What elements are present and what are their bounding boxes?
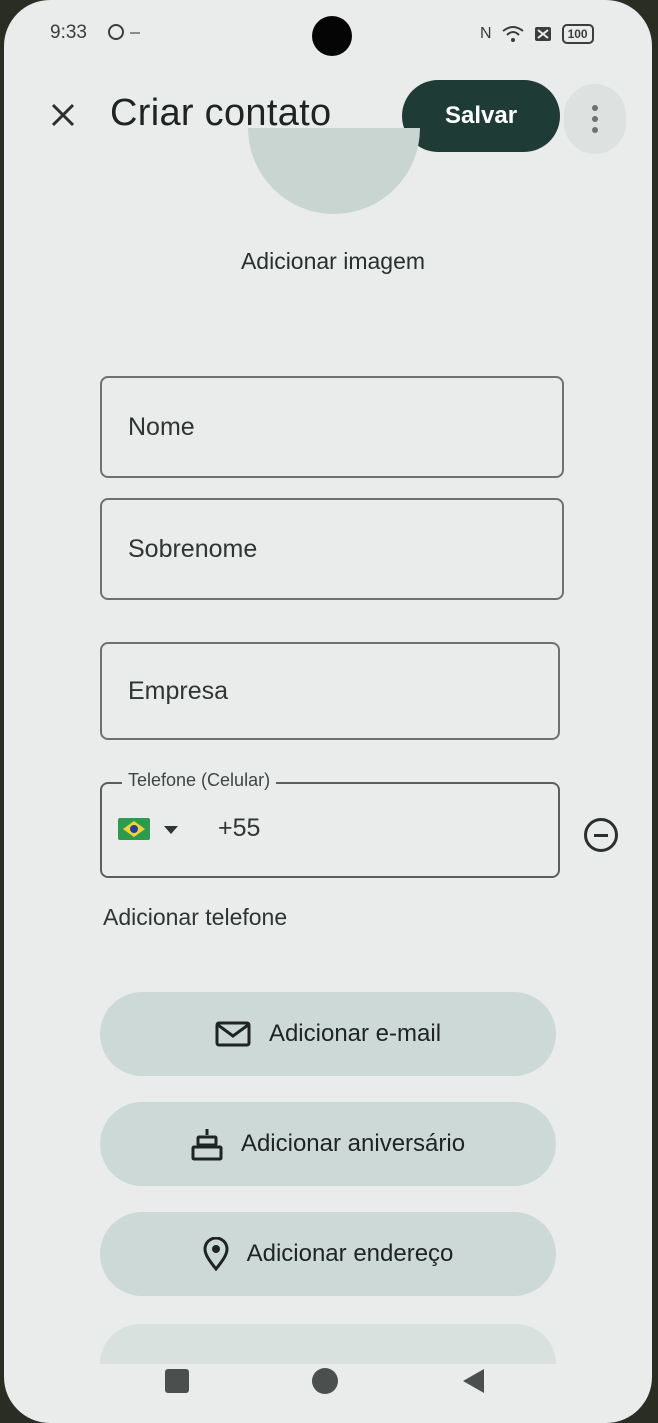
phone-screen: 9:33 N 100 Criar contato Salvar Adiciona…: [4, 0, 652, 1423]
first-name-field[interactable]: Nome: [100, 376, 564, 478]
last-name-placeholder: Sobrenome: [128, 534, 258, 563]
company-field[interactable]: Empresa: [100, 642, 560, 740]
more-options-button[interactable]: [564, 84, 626, 154]
status-icons: N 100: [480, 24, 594, 44]
mail-icon: [215, 1021, 251, 1047]
location-pin-icon: [203, 1237, 229, 1271]
home-icon: [312, 1368, 338, 1394]
back-button[interactable]: [458, 1366, 488, 1396]
last-name-field[interactable]: Sobrenome: [100, 498, 564, 600]
add-birthday-button[interactable]: Adicionar aniversário: [100, 1102, 556, 1186]
cake-icon: [191, 1127, 223, 1161]
add-phone-link[interactable]: Adicionar telefone: [103, 904, 287, 931]
back-icon: [463, 1369, 484, 1393]
add-email-label: Adicionar e-mail: [268, 1020, 442, 1047]
wifi-icon: [501, 26, 524, 42]
status-separator: [130, 32, 140, 34]
nfc-icon: N: [480, 25, 492, 42]
more-vert-icon: [592, 105, 598, 133]
add-birthday-label: Adicionar aniversário: [240, 1130, 466, 1157]
status-time: 9:33: [50, 22, 87, 43]
front-camera: [312, 16, 352, 56]
add-address-label: Adicionar endereço: [246, 1240, 454, 1267]
country-dropdown-icon[interactable]: [164, 826, 178, 834]
add-image-link[interactable]: Adicionar imagem: [4, 248, 652, 275]
close-icon: [51, 103, 75, 127]
recents-button[interactable]: [162, 1366, 192, 1396]
no-sim-icon: [534, 27, 551, 41]
phone-field-label: Telefone (Celular): [122, 770, 277, 791]
phone-country-code[interactable]: +55: [218, 814, 260, 843]
remove-phone-icon[interactable]: [584, 818, 618, 852]
save-button[interactable]: Salvar: [402, 80, 560, 152]
brazil-flag-diamond: [123, 821, 145, 837]
recents-icon: [165, 1369, 189, 1393]
add-address-button[interactable]: Adicionar endereço: [100, 1212, 556, 1296]
add-email-button[interactable]: Adicionar e-mail: [100, 992, 556, 1076]
close-button[interactable]: [40, 92, 86, 138]
company-placeholder: Empresa: [128, 676, 229, 705]
home-button[interactable]: [310, 1366, 340, 1396]
next-action-partial: [100, 1324, 556, 1364]
contact-avatar[interactable]: [248, 128, 420, 214]
sync-icon: [108, 24, 124, 40]
first-name-placeholder: Nome: [128, 412, 195, 441]
battery-indicator: 100: [561, 24, 594, 44]
